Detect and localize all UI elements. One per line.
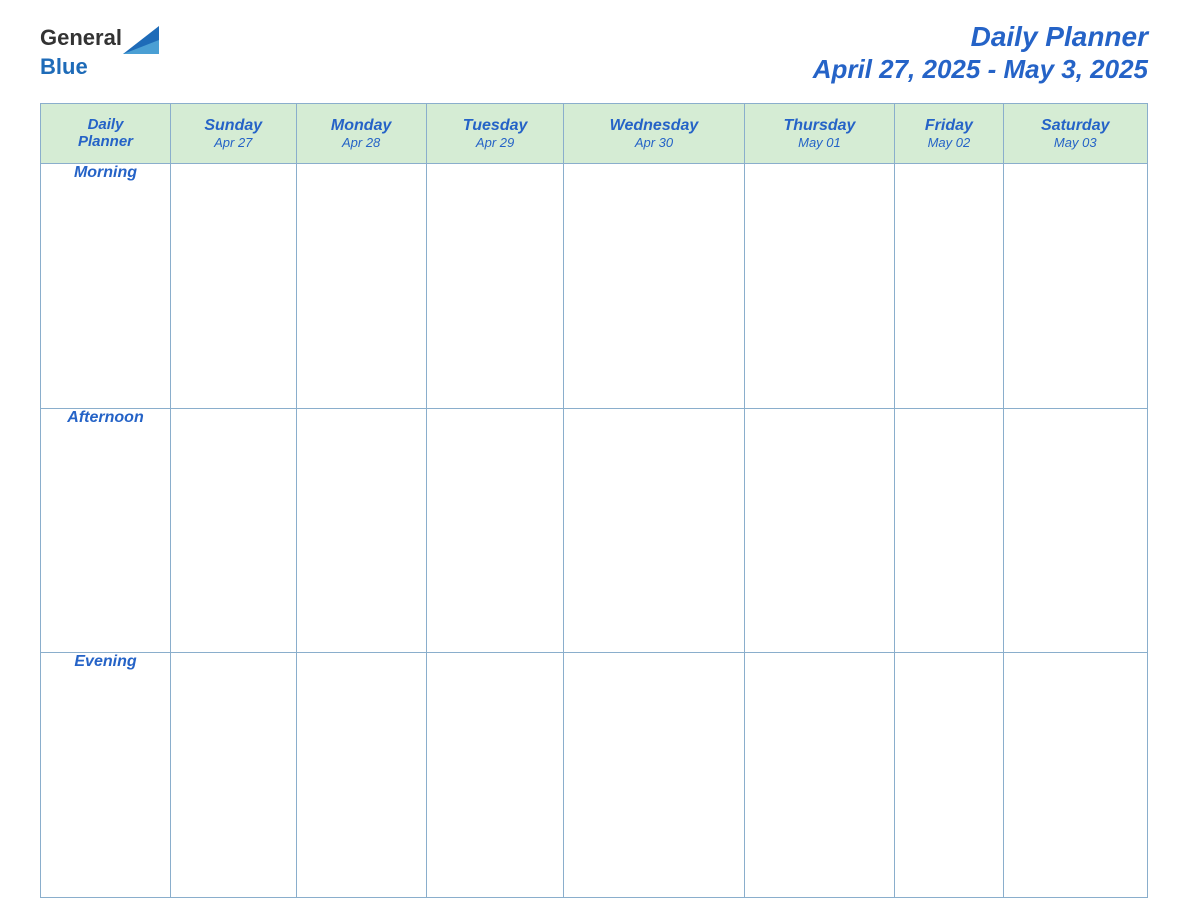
morning-thursday[interactable]: [744, 163, 895, 408]
col-header-tuesday: Tuesday Apr 29: [426, 103, 564, 163]
col-header-sunday: Sunday Apr 27: [171, 103, 297, 163]
evening-tuesday[interactable]: [426, 653, 564, 898]
evening-thursday[interactable]: [744, 653, 895, 898]
morning-wednesday[interactable]: [564, 163, 744, 408]
afternoon-tuesday[interactable]: [426, 408, 564, 653]
logo-icon: [123, 26, 159, 54]
col-header-saturday: Saturday May 03: [1003, 103, 1148, 163]
afternoon-thursday[interactable]: [744, 408, 895, 653]
col-header-wednesday: Wednesday Apr 30: [564, 103, 744, 163]
morning-tuesday[interactable]: [426, 163, 564, 408]
title-block: Daily Planner April 27, 2025 - May 3, 20…: [813, 20, 1148, 85]
col-header-friday: Friday May 02: [895, 103, 1003, 163]
morning-sunday[interactable]: [171, 163, 297, 408]
col-header-thursday: Thursday May 01: [744, 103, 895, 163]
evening-saturday[interactable]: [1003, 653, 1148, 898]
afternoon-sunday[interactable]: [171, 408, 297, 653]
afternoon-monday[interactable]: [296, 408, 426, 653]
morning-row: Morning: [41, 163, 1148, 408]
corner-header: Daily Planner: [41, 103, 171, 163]
page: General Blue Daily Planner April 27, 202…: [0, 0, 1188, 918]
planner-table: Daily Planner Sunday Apr 27 Monday Apr 2…: [40, 103, 1148, 898]
afternoon-saturday[interactable]: [1003, 408, 1148, 653]
col-header-monday: Monday Apr 28: [296, 103, 426, 163]
afternoon-row: Afternoon: [41, 408, 1148, 653]
evening-monday[interactable]: [296, 653, 426, 898]
logo: General Blue: [40, 25, 159, 79]
date-range: April 27, 2025 - May 3, 2025: [813, 54, 1148, 85]
evening-friday[interactable]: [895, 653, 1003, 898]
evening-sunday[interactable]: [171, 653, 297, 898]
morning-saturday[interactable]: [1003, 163, 1148, 408]
morning-monday[interactable]: [296, 163, 426, 408]
morning-friday[interactable]: [895, 163, 1003, 408]
evening-label: Evening: [41, 653, 171, 898]
afternoon-label: Afternoon: [41, 408, 171, 653]
evening-wednesday[interactable]: [564, 653, 744, 898]
afternoon-wednesday[interactable]: [564, 408, 744, 653]
header: General Blue Daily Planner April 27, 202…: [40, 20, 1148, 85]
afternoon-friday[interactable]: [895, 408, 1003, 653]
page-title: Daily Planner: [813, 20, 1148, 54]
evening-row: Evening: [41, 653, 1148, 898]
morning-label: Morning: [41, 163, 171, 408]
logo-text: General Blue: [40, 25, 159, 79]
